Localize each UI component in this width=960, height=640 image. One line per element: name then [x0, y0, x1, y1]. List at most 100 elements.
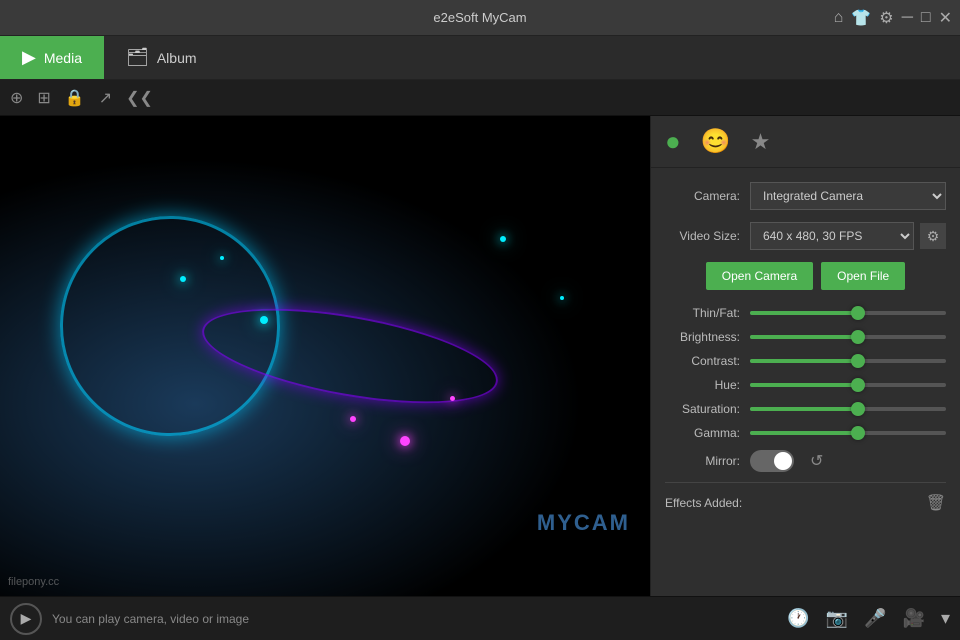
gamma-slider[interactable] [750, 429, 946, 437]
glow-pink-1 [350, 416, 356, 422]
right-panel-content: Camera: Integrated Camera Video Size: 64… [651, 168, 960, 596]
video-background: MYCAM filepony.cc [0, 116, 650, 596]
saturation-thumb [851, 402, 865, 416]
title-bar: e2eSoft MyCam ⌂ 👕 ⚙ ─ □ ✕ [0, 0, 960, 36]
toolbar-share-icon[interactable]: ↗ [99, 88, 112, 108]
toolbar-lock-icon[interactable]: 🔒 [65, 88, 85, 108]
glow-dot-5 [560, 296, 564, 300]
contrast-slider[interactable] [750, 357, 946, 365]
tab-album[interactable]: 🗂 Album [104, 36, 219, 79]
saturation-slider[interactable] [750, 405, 946, 413]
mirror-reset-icon[interactable]: ↺ [810, 451, 823, 471]
mycam-watermark: MYCAM [537, 510, 630, 536]
hue-row: Hue: [665, 378, 946, 392]
clock-icon[interactable]: 🕐 [787, 608, 809, 629]
video-size-row: Video Size: 640 x 480, 30 FPS 320 x 240,… [665, 222, 946, 250]
play-button[interactable]: ▶ [10, 603, 42, 635]
mirror-toggle[interactable] [750, 450, 794, 472]
settings-icon[interactable]: ⚙ [879, 8, 893, 28]
minimize-icon[interactable]: ─ [902, 9, 913, 27]
camera-select[interactable]: Integrated Camera [750, 182, 946, 210]
contrast-label: Contrast: [665, 354, 750, 368]
brightness-label: Brightness: [665, 330, 750, 344]
toolbar-location-icon[interactable]: ⊕ [10, 88, 23, 108]
star-mode-icon[interactable]: ★ [751, 129, 771, 155]
gamma-label: Gamma: [665, 426, 750, 440]
action-buttons: Open Camera Open File [665, 262, 946, 290]
gamma-fill [750, 431, 858, 435]
glow-dot-2 [220, 256, 224, 260]
toolbar: ⊕ ⊞ 🔒 ↗ ❮❮ [0, 80, 960, 116]
glow-dot-3 [260, 316, 268, 324]
brightness-slider[interactable] [750, 333, 946, 341]
more-icon[interactable]: ▾ [941, 608, 950, 629]
filepony-watermark: filepony.cc [8, 576, 59, 588]
open-file-button[interactable]: Open File [821, 262, 905, 290]
media-tab-icon: ▶ [22, 47, 36, 68]
contrast-row: Contrast: [665, 354, 946, 368]
window-controls: ⌂ 👕 ⚙ ─ □ ✕ [834, 0, 952, 35]
effects-section: Effects Added: 🗑 [665, 482, 946, 513]
microphone-icon[interactable]: 🎤 [864, 608, 886, 629]
camera-capture-icon[interactable]: 📷 [826, 608, 848, 629]
effects-added-label: Effects Added: [665, 496, 742, 510]
saturation-fill [750, 407, 858, 411]
close-icon[interactable]: ✕ [939, 8, 952, 28]
video-size-label: Video Size: [665, 229, 750, 243]
brightness-row: Brightness: [665, 330, 946, 344]
hue-thumb [851, 378, 865, 392]
home-icon[interactable]: ⌂ [834, 9, 844, 27]
glow-dot-4 [500, 236, 506, 242]
thin-fat-slider[interactable] [750, 309, 946, 317]
saturation-label: Saturation: [665, 402, 750, 416]
effects-header: Effects Added: 🗑 [665, 493, 946, 513]
effects-trash-icon[interactable]: 🗑 [926, 493, 946, 513]
contrast-thumb [851, 354, 865, 368]
main-area: MYCAM filepony.cc ● 😊 ★ Camera: Integrat… [0, 116, 960, 596]
gamma-thumb [851, 426, 865, 440]
toolbar-back-icon[interactable]: ❮❮ [126, 88, 153, 108]
camera-row: Camera: Integrated Camera [665, 182, 946, 210]
video-record-icon[interactable]: 🎥 [903, 608, 925, 629]
camera-mode-icon[interactable]: ● [665, 126, 681, 157]
thin-fat-fill [750, 311, 858, 315]
video-size-settings-button[interactable]: ⚙ [920, 223, 946, 249]
open-camera-button[interactable]: Open Camera [706, 262, 813, 290]
hue-slider[interactable] [750, 381, 946, 389]
gamma-row: Gamma: [665, 426, 946, 440]
glow-dot-1 [180, 276, 186, 282]
toolbar-grid-icon[interactable]: ⊞ [37, 88, 50, 108]
mirror-toggle-wrap: ↺ [750, 450, 823, 472]
mirror-toggle-thumb [774, 452, 792, 470]
mirror-row: Mirror: ↺ [665, 450, 946, 472]
tab-media[interactable]: ▶ Media [0, 36, 104, 79]
player-status-text: You can play camera, video or image [52, 612, 777, 626]
maximize-icon[interactable]: □ [921, 9, 931, 27]
right-panel-icons: ● 😊 ★ [651, 116, 960, 168]
video-size-select[interactable]: 640 x 480, 30 FPS 320 x 240, 30 FPS 1280… [750, 222, 914, 250]
album-tab-icon: 🗂 [126, 47, 149, 68]
glow-pink-3 [450, 396, 455, 401]
camera-control: Integrated Camera [750, 182, 946, 210]
effects-mode-icon[interactable]: 😊 [701, 127, 731, 156]
saturation-row: Saturation: [665, 402, 946, 416]
app-title: e2eSoft MyCam [433, 10, 526, 25]
thin-fat-label: Thin/Fat: [665, 306, 750, 320]
thin-fat-row: Thin/Fat: [665, 306, 946, 320]
hue-label: Hue: [665, 378, 750, 392]
video-panel: MYCAM filepony.cc [0, 116, 650, 596]
brightness-fill [750, 335, 858, 339]
camera-label: Camera: [665, 189, 750, 203]
tab-bar: ▶ Media 🗂 Album [0, 36, 960, 80]
thin-fat-thumb [851, 306, 865, 320]
hue-fill [750, 383, 858, 387]
glow-pink-2 [400, 436, 410, 446]
mirror-label: Mirror: [665, 454, 750, 468]
play-icon: ▶ [21, 610, 32, 627]
contrast-fill [750, 359, 858, 363]
player-icons: 🕐 📷 🎤 🎥 ▾ [787, 608, 950, 629]
album-tab-label: Album [157, 50, 197, 66]
shirt-icon[interactable]: 👕 [851, 8, 871, 28]
player-bar: ▶ You can play camera, video or image 🕐 … [0, 596, 960, 640]
media-tab-label: Media [44, 50, 82, 66]
